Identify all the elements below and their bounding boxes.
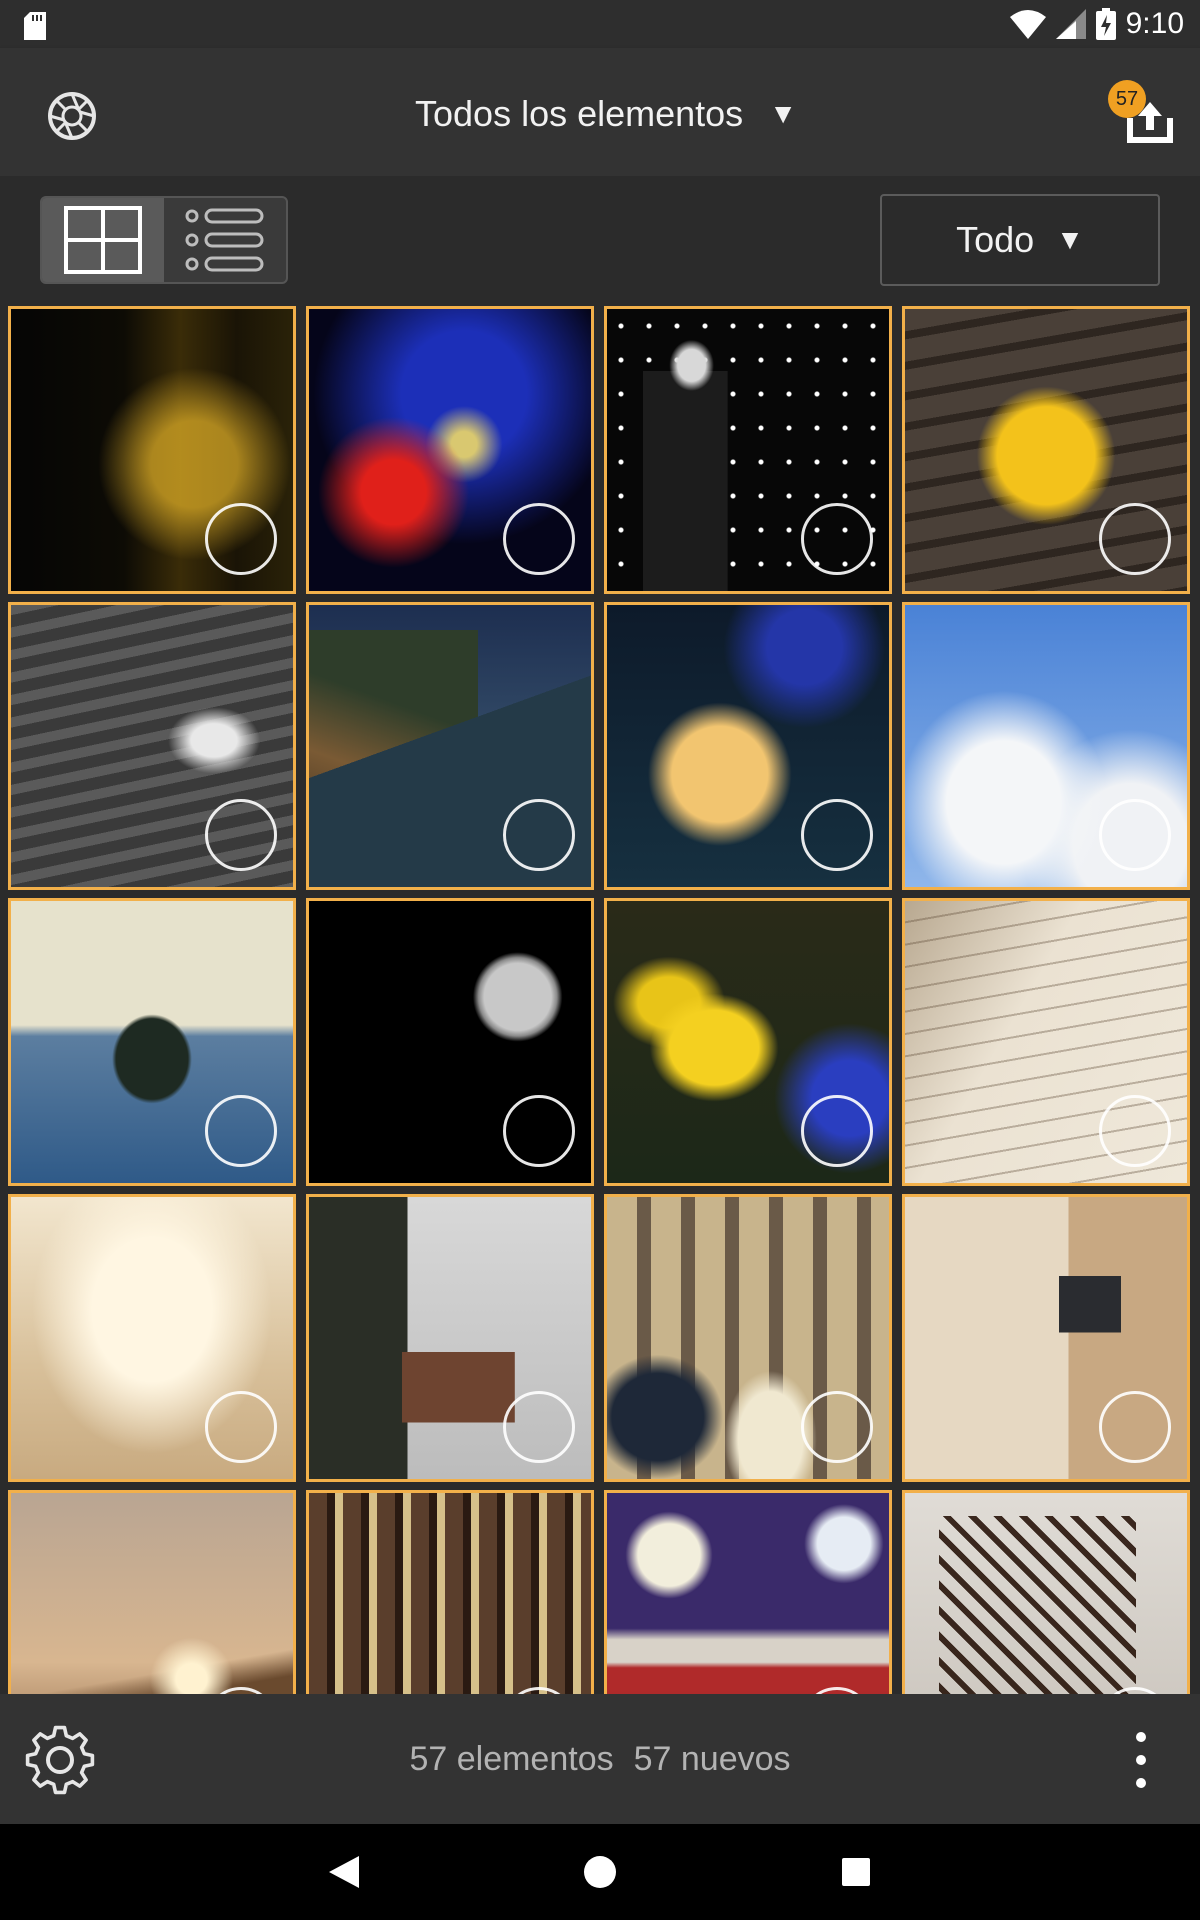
photo-tile[interactable] [902,306,1190,594]
photo-thumbnail [309,1493,591,1694]
item-counts: 57 elementos 57 nuevos [0,1694,1200,1824]
photo-thumbnail [607,1493,889,1694]
photo-tile[interactable] [8,306,296,594]
select-circle[interactable] [1099,503,1171,575]
status-bar: 9:10 [0,0,1200,48]
app-bar: Todos los elementos ▼ 57 [0,48,1200,176]
more-options-icon[interactable] [1126,1732,1156,1788]
select-circle[interactable] [205,1391,277,1463]
bottom-bar: 57 elementos 57 nuevos [0,1694,1200,1824]
album-dropdown[interactable]: Todos los elementos ▼ [415,84,797,144]
photo-tile[interactable] [306,306,594,594]
select-circle[interactable] [1099,1391,1171,1463]
grid-view-button[interactable] [42,198,164,282]
select-circle[interactable] [503,799,575,871]
list-view-icon [185,208,264,272]
photo-tile[interactable] [604,1490,892,1694]
photo-thumbnail [11,1493,293,1694]
back-button[interactable] [320,1848,368,1896]
photo-tile[interactable] [8,602,296,890]
transfer-button[interactable]: 57 [1108,80,1178,152]
dot [1136,1755,1146,1765]
view-toggle [40,196,288,284]
recents-icon [842,1858,870,1886]
items-count: 57 elementos [409,1739,614,1778]
chevron-down-icon: ▼ [1056,224,1084,255]
dot [1136,1732,1146,1742]
select-circle[interactable] [503,503,575,575]
dot [1136,1778,1146,1788]
photo-tile[interactable] [604,602,892,890]
photo-tile[interactable] [902,1194,1190,1482]
select-circle[interactable] [205,503,277,575]
filter-dropdown[interactable]: Todo ▼ [880,194,1160,286]
select-circle[interactable] [503,1391,575,1463]
photo-tile[interactable] [604,306,892,594]
camera-shutter-icon[interactable] [44,88,100,144]
photo-tile[interactable] [604,1194,892,1482]
filter-label: Todo [956,219,1035,260]
signal-icon [1055,9,1086,39]
recents-button[interactable] [832,1848,880,1896]
select-circle[interactable] [205,799,277,871]
select-circle[interactable] [801,1095,873,1167]
wifi-icon [1009,10,1046,39]
sd-card-icon [24,12,46,40]
list-view-button[interactable] [164,198,286,282]
select-circle[interactable] [801,1391,873,1463]
select-circle[interactable] [1099,799,1171,871]
photo-tile[interactable] [306,898,594,1186]
select-circle[interactable] [205,1095,277,1167]
grid-view-icon [64,206,142,274]
battery-charging-icon [1095,8,1116,40]
transfer-count-badge: 57 [1108,80,1146,118]
chevron-down-icon: ▼ [769,98,797,129]
home-icon [584,1856,616,1888]
photo-thumbnail [905,1493,1187,1694]
select-circle[interactable] [801,799,873,871]
photo-tile[interactable] [902,898,1190,1186]
home-button[interactable] [576,1848,624,1896]
select-circle[interactable] [1099,1095,1171,1167]
new-count: 57 nuevos [633,1739,791,1778]
system-navigation-bar [0,1824,1200,1920]
photo-tile[interactable] [8,898,296,1186]
toolbar: Todo ▼ [0,176,1200,304]
photo-grid [8,306,1192,1694]
select-circle[interactable] [801,503,873,575]
photo-tile[interactable] [306,1194,594,1482]
photo-tile[interactable] [8,1194,296,1482]
photo-tile[interactable] [902,1490,1190,1694]
back-icon [329,1856,359,1888]
photo-tile[interactable] [604,898,892,1186]
photo-tile[interactable] [306,602,594,890]
page-title: Todos los elementos [415,93,744,134]
photo-tile[interactable] [306,1490,594,1694]
clock: 9:10 [1125,7,1184,40]
photo-tile[interactable] [902,602,1190,890]
select-circle[interactable] [503,1095,575,1167]
photo-tile[interactable] [8,1490,296,1694]
